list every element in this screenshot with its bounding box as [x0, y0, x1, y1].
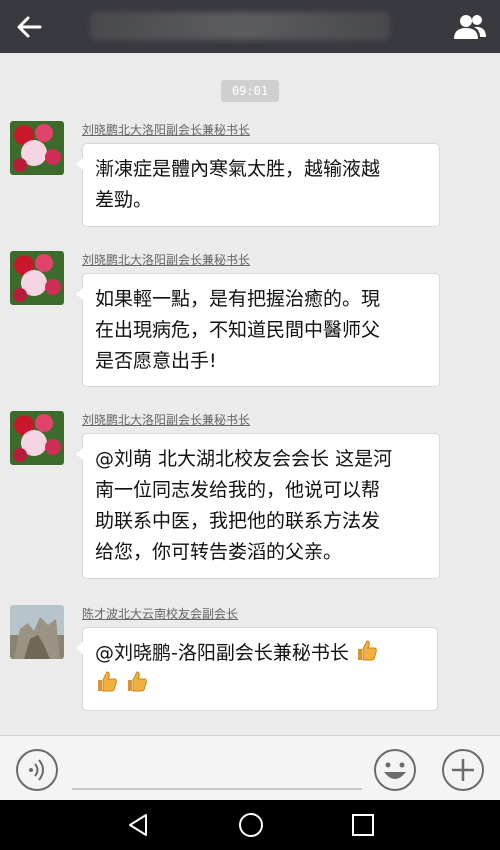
- message-text-line: 在出現病危，不知道民間中醫师父: [95, 319, 381, 341]
- message-text-line: 南一位同志发给我的，他说可以帮: [95, 479, 381, 501]
- message-bubble[interactable]: @刘晓鹏-洛阳副会长兼秘书长: [76, 627, 438, 711]
- message-text-line: 如果輕一點，是有把握治癒的。現: [95, 288, 381, 310]
- group-people-icon[interactable]: [452, 12, 488, 42]
- message-text-line: [95, 669, 425, 700]
- message-text: @刘晓鹏-洛阳副会长兼秘书长: [95, 642, 349, 664]
- thumbs-up-icon: [128, 671, 147, 692]
- avatar[interactable]: [10, 605, 64, 659]
- avatar[interactable]: [10, 121, 64, 175]
- sender-name: 刘晓鹏北大洛阳副会长兼秘书长: [82, 253, 251, 267]
- thumbs-up-icon: [98, 671, 117, 692]
- voice-icon[interactable]: [15, 748, 59, 792]
- system-nav-bar: [0, 800, 500, 850]
- chat-title: [90, 12, 390, 40]
- message-text-line: @刘萌 北大湖北校友会会长 这是河: [95, 448, 393, 470]
- message-text-line: 给您，你可转告娄滔的父亲。: [95, 541, 343, 563]
- sender-name: 刘晓鹏北大洛阳副会长兼秘书长: [82, 413, 251, 427]
- smiley-icon[interactable]: [373, 748, 417, 792]
- avatar[interactable]: [10, 251, 64, 305]
- message-bubble[interactable]: 漸凍症是體內寒氣太胜，越输液越 差勁。: [76, 143, 440, 227]
- message-text-line: 差勁。: [95, 189, 153, 211]
- message-bubble[interactable]: @刘萌 北大湖北校友会会长 这是河 南一位同志发给我的，他说可以帮 助联系中医，…: [76, 433, 440, 579]
- avatar[interactable]: [10, 411, 64, 465]
- triangle-back-icon[interactable]: [124, 810, 154, 840]
- square-recents-icon[interactable]: [348, 810, 378, 840]
- plus-icon[interactable]: [441, 748, 485, 792]
- thumbs-up-icon: [357, 640, 377, 661]
- message-text-line: 漸凍症是體內寒氣太胜，越输液越: [95, 158, 381, 180]
- message-text-line: @刘晓鹏-洛阳副会长兼秘书长: [95, 638, 425, 669]
- circle-home-icon[interactable]: [236, 810, 266, 840]
- message-text-line: 助联系中医，我把他的联系方法发: [95, 510, 381, 532]
- message-text-line: 是否愿意出手!: [95, 350, 217, 372]
- message-input[interactable]: [72, 788, 362, 790]
- chat-header: [0, 0, 500, 53]
- timestamp: 09:01: [221, 80, 279, 102]
- message-bubble[interactable]: 如果輕一點，是有把握治癒的。現 在出現病危，不知道民間中醫师父 是否愿意出手!: [76, 273, 440, 387]
- arrow-left-icon[interactable]: [14, 12, 44, 42]
- chat-area[interactable]: 09:01 刘晓鹏北大洛阳副会长兼秘书长 漸凍症是體內寒氣太胜，越输液越 差勁。: [0, 53, 500, 735]
- sender-name: 刘晓鹏北大洛阳副会长兼秘书长: [82, 123, 251, 137]
- sender-name: 陈才波北大云南校友会副会长: [82, 607, 239, 621]
- input-bar: [0, 735, 500, 801]
